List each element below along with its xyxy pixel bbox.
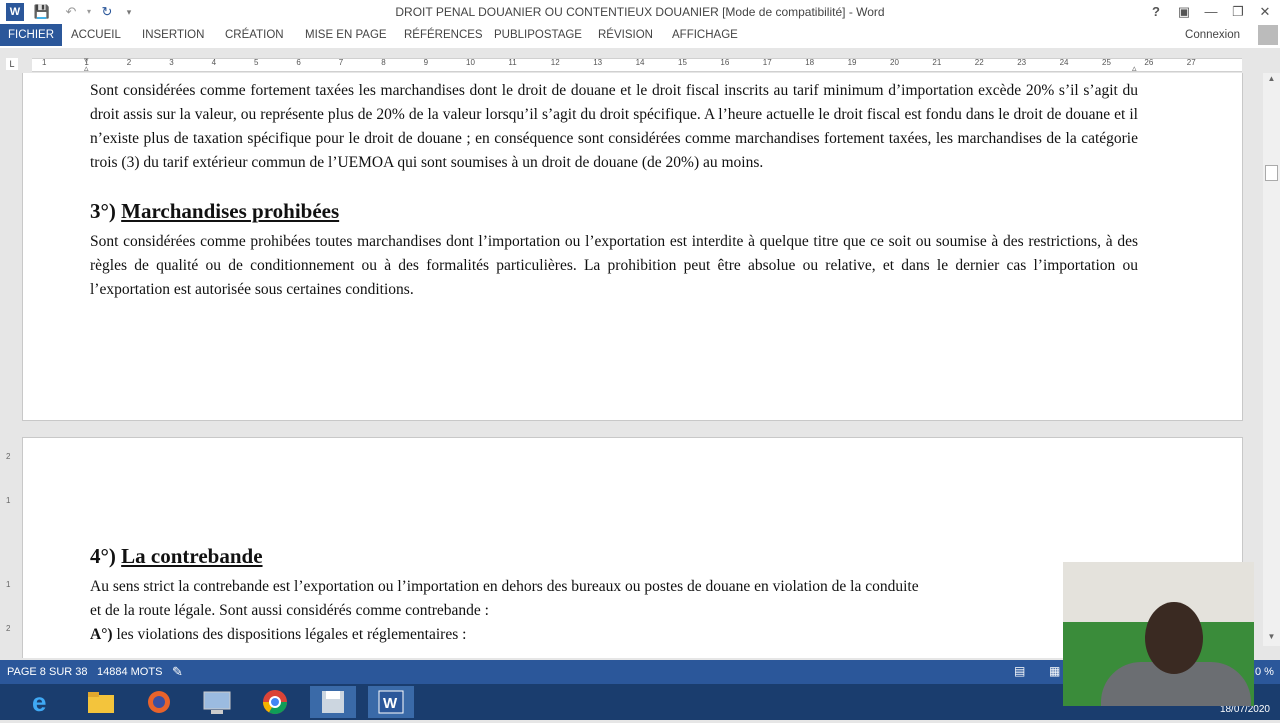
ruler-tick-label: 1 <box>42 58 47 67</box>
ruler-tick-label: 23 <box>1017 58 1027 67</box>
document-page[interactable]: 4°) La contrebande Au sens strict la con… <box>22 437 1243 658</box>
list-item-text: les violations des dispositions légales … <box>116 626 467 643</box>
minimize-icon[interactable]: — <box>1198 2 1224 22</box>
document-page[interactable]: Sont considérées comme fortement taxées … <box>22 73 1243 421</box>
vertical-ruler-mark: 1 <box>6 496 11 505</box>
ruler-tick-label: 10 <box>466 58 475 67</box>
sign-in-link[interactable]: Connexion <box>1185 24 1240 46</box>
close-icon[interactable]: ✕ <box>1252 2 1278 22</box>
tab-revision[interactable]: RÉVISION <box>590 24 661 46</box>
ribbon-display-options-icon[interactable]: ▣ <box>1171 2 1197 22</box>
heading-number: 3°) <box>90 199 116 223</box>
ruler-tick-label: 9 <box>423 58 429 67</box>
print-layout-icon[interactable]: ▦ <box>1049 664 1060 678</box>
proofing-icon[interactable]: ✎ <box>172 664 183 680</box>
ruler-tick-label: 1 <box>84 58 89 67</box>
ruler-tick-label: 16 <box>720 58 730 67</box>
read-mode-icon[interactable]: ▤ <box>1014 664 1025 678</box>
word-count[interactable]: 14884 MOTS <box>97 666 162 678</box>
ruler-tick-label: 7 <box>338 58 344 67</box>
ruler-tick-label: 24 <box>1059 58 1069 67</box>
svg-text:e: e <box>32 687 46 717</box>
ruler-tick-label: 27 <box>1186 58 1196 67</box>
tab-references[interactable]: RÉFÉRENCES <box>396 24 491 46</box>
heading-text: Marchandises prohibées <box>121 199 340 223</box>
ruler-tick-label: 2 <box>126 58 132 67</box>
horizontal-ruler[interactable]: L ▿ ▵ ▵ 1 1 2 3 4 5 6 7 8 9 10 11 12 13 14 15 16 17 18 19 20 2… <box>0 55 1280 73</box>
ruler-tick-label: 12 <box>550 58 560 67</box>
page-count[interactable]: PAGE 8 SUR 38 <box>7 666 88 678</box>
chrome-icon[interactable] <box>252 686 298 718</box>
ruler-tick-label: 8 <box>381 58 386 67</box>
list-item[interactable]: A°) les violations des dispositions léga… <box>90 623 1138 647</box>
ruler-tick-label: 11 <box>508 58 517 67</box>
ruler-tick-label: 14 <box>635 58 645 67</box>
scroll-up-icon[interactable]: ▲ <box>1265 73 1278 85</box>
computer-icon[interactable] <box>194 686 240 718</box>
vertical-ruler-mark: 2 <box>6 624 11 633</box>
vertical-ruler-mark: 1 <box>6 580 11 589</box>
list-item-label: A°) <box>90 626 113 643</box>
scroll-down-icon[interactable]: ▼ <box>1265 631 1278 643</box>
tab-mise-en-page[interactable]: MISE EN PAGE <box>297 24 395 46</box>
ruler-tick-label: 6 <box>296 58 301 67</box>
ribbon-tabs: FICHIER ACCUEIL INSERTION CRÉATION MISE … <box>0 24 1280 48</box>
avatar[interactable] <box>1258 25 1278 45</box>
ruler-tick-label: 5 <box>254 58 259 67</box>
word-app-icon[interactable]: W <box>368 686 414 718</box>
heading-contrebande[interactable]: 4°) La contrebande <box>90 544 263 569</box>
vertical-ruler-mark: 2 <box>6 452 11 461</box>
paragraph-contrebande-line-2[interactable]: et de la route légale. Sont aussi consid… <box>90 599 1138 623</box>
ruler-tick-label: 19 <box>847 58 857 67</box>
tab-accueil[interactable]: ACCUEIL <box>63 24 129 46</box>
tab-publipostage[interactable]: PUBLIPOSTAGE <box>486 24 590 46</box>
ruler-tick-label: 18 <box>805 58 815 67</box>
ruler-tick-label: 21 <box>932 58 942 67</box>
window-title: DROIT PENAL DOUANIER OU CONTENTIEUX DOUA… <box>395 5 885 19</box>
ruler-tick-label: 15 <box>678 58 687 67</box>
ruler-tick-label: 13 <box>593 58 603 67</box>
webcam-overlay <box>1063 562 1254 706</box>
tab-creation[interactable]: CRÉATION <box>217 24 292 46</box>
zoom-level[interactable]: 0 % <box>1255 666 1274 678</box>
tab-fichier[interactable]: FICHIER <box>0 24 62 46</box>
ruler-tick-label: 17 <box>762 58 772 67</box>
heading-marchandises-prohibees[interactable]: 3°) Marchandises prohibées <box>90 199 339 224</box>
heading-text: La contrebande <box>121 544 263 568</box>
ruler-tick-label: 4 <box>211 58 217 67</box>
paragraph-prohibees[interactable]: Sont considérées comme prohibées toutes … <box>90 230 1138 302</box>
maximize-icon[interactable]: ❐ <box>1225 2 1251 22</box>
ruler-tick-label: 25 <box>1102 58 1111 67</box>
ruler-tick-label: 26 <box>1144 58 1154 67</box>
ruler-tick-label: 22 <box>974 58 984 67</box>
svg-text:W: W <box>383 695 398 712</box>
ruler-tick-label: 3 <box>169 58 174 67</box>
firefox-icon[interactable] <box>136 686 182 718</box>
tab-insertion[interactable]: INSERTION <box>134 24 212 46</box>
save-disk-app-icon[interactable] <box>310 686 356 718</box>
person-head <box>1145 602 1203 674</box>
paragraph-contrebande-line-1[interactable]: Au sens strict la contrebande est l’expo… <box>90 575 1138 599</box>
scroll-thumb[interactable] <box>1265 165 1278 181</box>
file-explorer-icon[interactable] <box>78 686 124 718</box>
vertical-scrollbar[interactable]: ▲ ▼ <box>1263 73 1280 646</box>
paragraph-fortement-taxees[interactable]: Sont considérées comme fortement taxées … <box>90 79 1138 175</box>
ruler-tick-label: 20 <box>890 58 899 67</box>
title-bar: W 💾 ↶ ▾ ↻ ▾ DROIT PENAL DOUANIER OU CONT… <box>0 0 1280 24</box>
tab-affichage[interactable]: AFFICHAGE <box>664 24 746 46</box>
internet-explorer-icon[interactable]: e <box>20 686 66 718</box>
tab-selector[interactable]: L <box>6 58 18 70</box>
heading-number: 4°) <box>90 544 116 568</box>
help-button[interactable]: ? <box>1143 2 1169 22</box>
